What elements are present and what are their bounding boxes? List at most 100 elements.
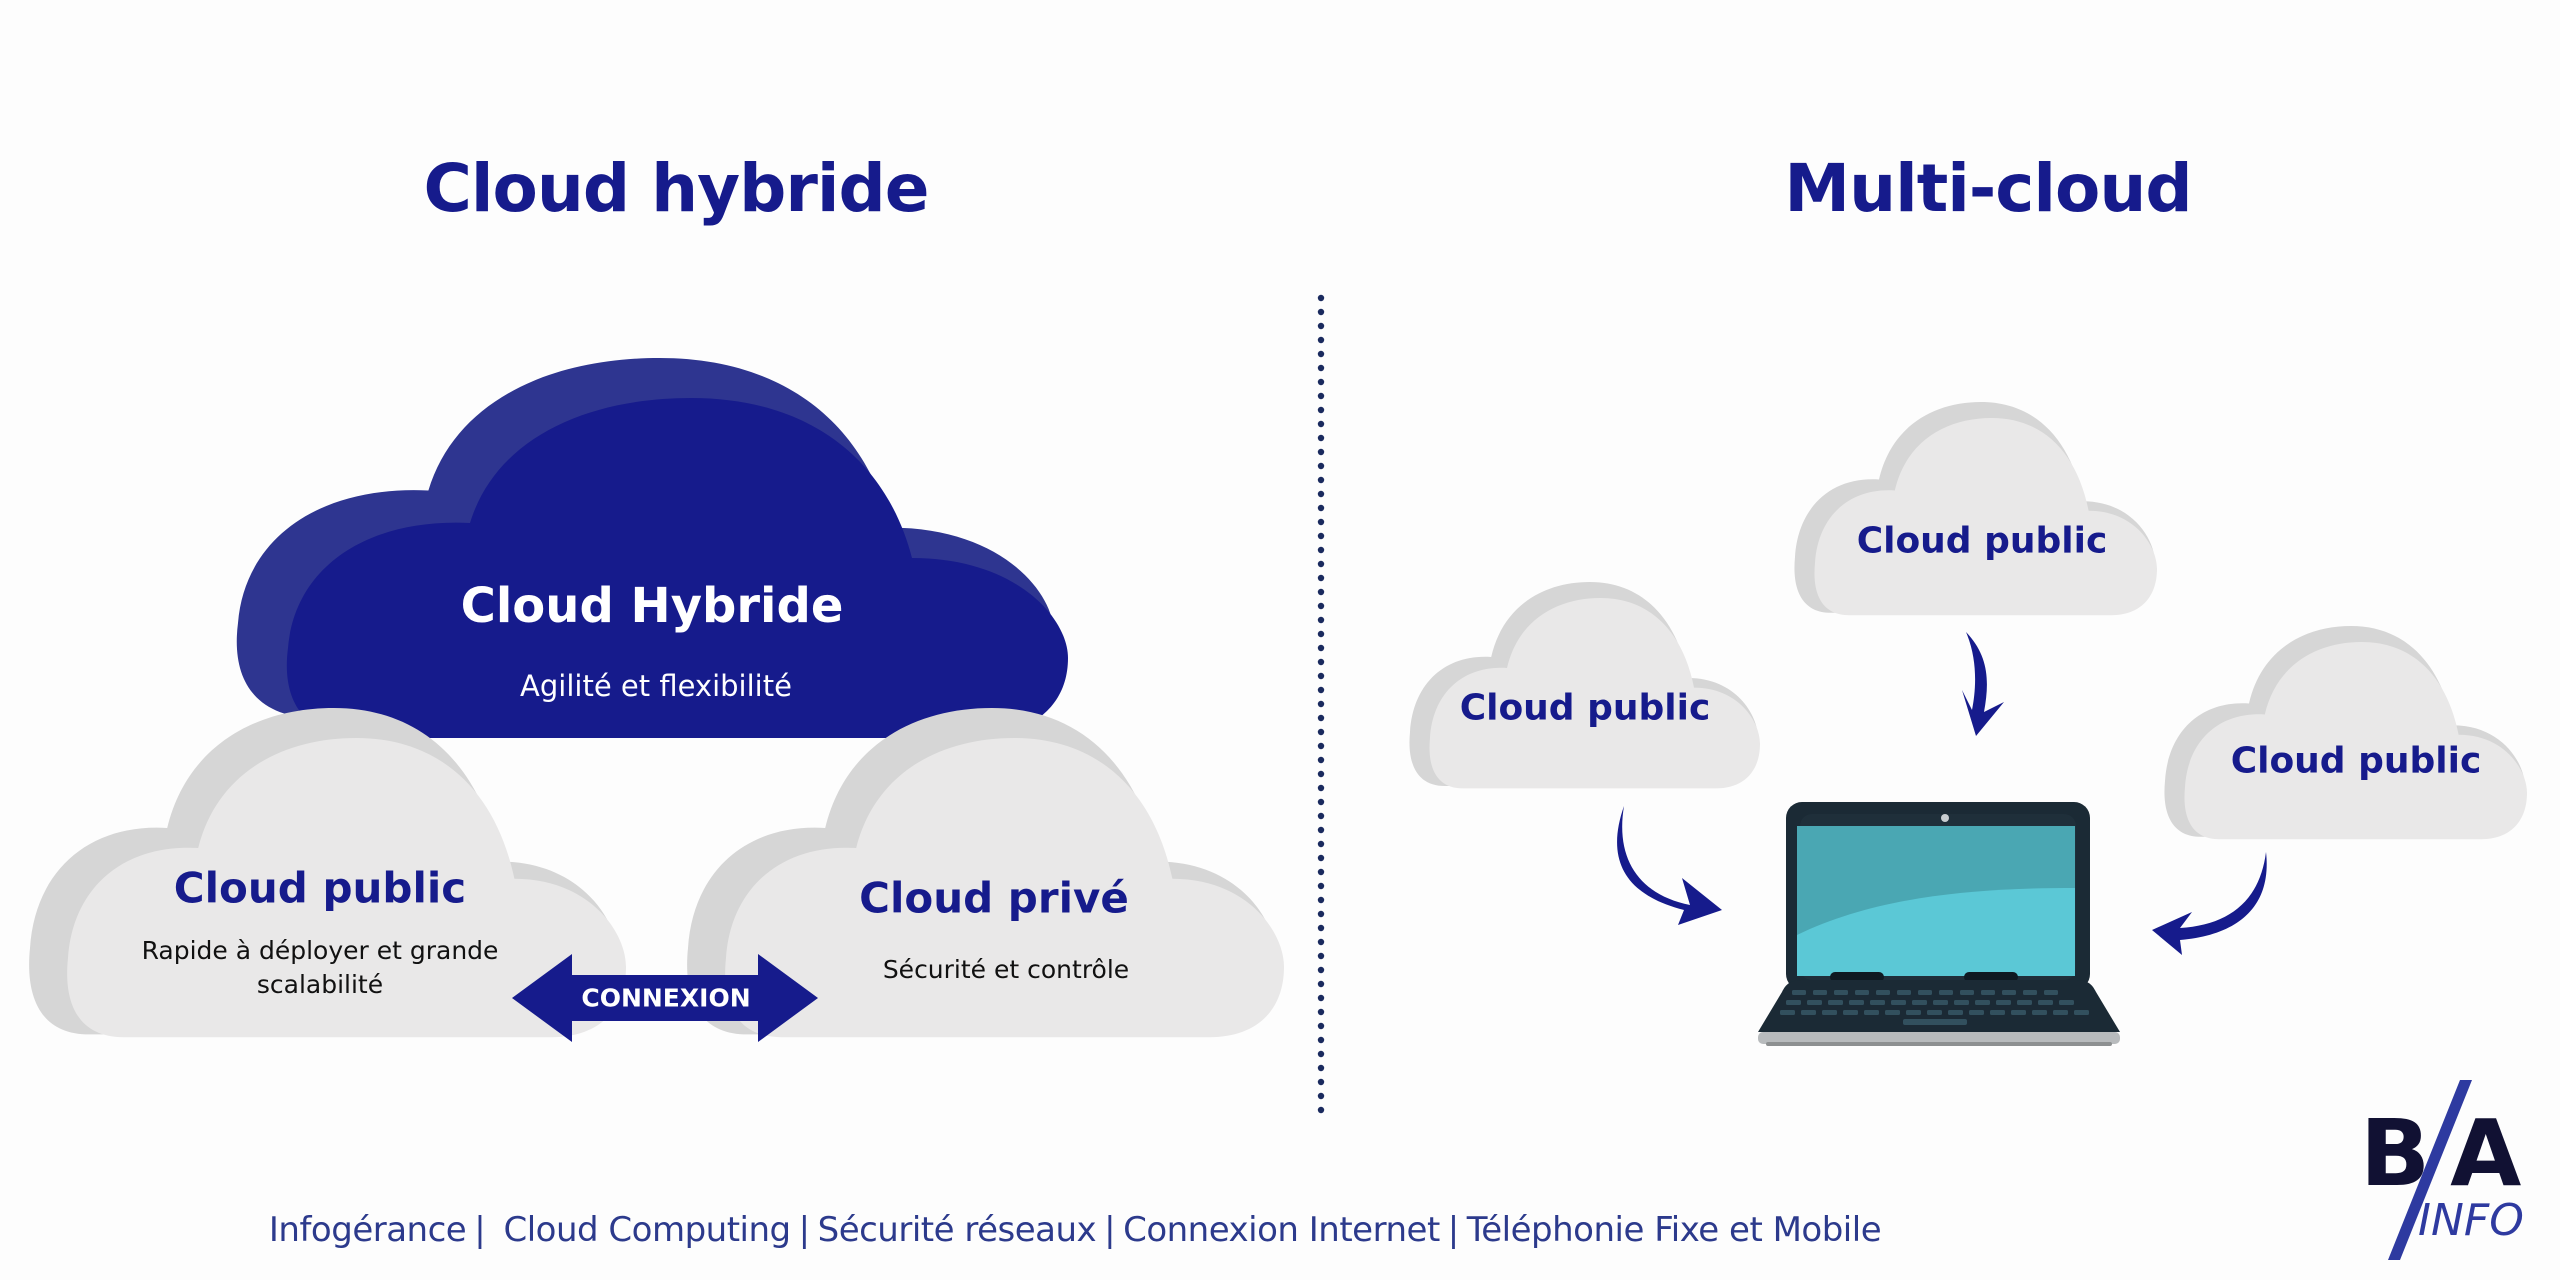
footer-services: Infogérance | Cloud Computing | Sécurité ré… <box>0 1210 2150 1250</box>
divider-dot <box>1317 700 1325 708</box>
divider-dot <box>1317 1022 1325 1030</box>
laptop-key <box>1912 1000 1927 1005</box>
divider-dot <box>1317 462 1325 470</box>
divider-dot <box>1317 1036 1325 1044</box>
section-divider <box>1317 294 1325 1114</box>
hybrid-cloud-description: Agilité et flexibilité <box>520 669 792 703</box>
laptop-key <box>2044 990 2058 995</box>
laptop-key <box>1933 1000 1948 1005</box>
divider-dot <box>1317 658 1325 666</box>
laptop-key <box>1780 1010 1795 1015</box>
divider-dot <box>1317 448 1325 456</box>
divider-dot <box>1317 686 1325 694</box>
laptop-key <box>1792 990 1806 995</box>
multicloud-top-cloud-shape <box>1794 402 2157 616</box>
divider-dot <box>1317 518 1325 526</box>
divider-dot <box>1317 336 1325 344</box>
laptop-key <box>2032 1010 2047 1015</box>
footer-item: Sécurité réseaux <box>817 1210 1097 1250</box>
diagram-canvas <box>29 294 2527 1114</box>
curved-arrow-icon <box>2152 852 2267 955</box>
divider-dot <box>1317 378 1325 386</box>
divider-dot <box>1317 728 1325 736</box>
divider-dot <box>1317 630 1325 638</box>
laptop-key <box>1948 1010 1963 1015</box>
divider-dot <box>1317 294 1325 302</box>
laptop-key <box>1801 1010 1816 1015</box>
divider-dot <box>1317 602 1325 610</box>
divider-dot <box>1317 966 1325 974</box>
laptop-key <box>1891 1000 1906 1005</box>
multicloud-top-cloud-label: Cloud public <box>1856 520 2108 562</box>
laptop-key <box>2053 1010 2068 1015</box>
divider-dot <box>1317 882 1325 890</box>
divider-dot <box>1317 672 1325 680</box>
logo-sub-text: INFO <box>2418 1195 2524 1246</box>
divider-dot <box>1317 910 1325 918</box>
laptop-key <box>2011 1010 2026 1015</box>
footer-item: Cloud Computing <box>503 1210 792 1250</box>
divider-dot <box>1317 1106 1325 1114</box>
laptop-key <box>2059 1000 2074 1005</box>
footer-item: Infogérance <box>268 1210 467 1250</box>
public-cloud-label: Cloud public <box>173 863 467 913</box>
public-cloud-description-line2: scalabilité <box>256 970 384 999</box>
divider-dot <box>1317 952 1325 960</box>
divider-dot <box>1317 644 1325 652</box>
divider-dot <box>1317 616 1325 624</box>
divider-dot <box>1317 770 1325 778</box>
laptop-spacebar <box>1903 1019 1967 1025</box>
laptop-key <box>1813 990 1827 995</box>
divider-dot <box>1317 392 1325 400</box>
divider-dot <box>1317 896 1325 904</box>
laptop-key <box>1897 990 1911 995</box>
laptop-key <box>1927 1010 1942 1015</box>
divider-dot <box>1317 798 1325 806</box>
divider-dot <box>1317 504 1325 512</box>
laptop-key <box>1870 1000 1885 1005</box>
footer-item: Connexion Internet <box>1123 1210 1440 1250</box>
multicloud-right-cloud-label: Cloud public <box>2230 740 2482 782</box>
divider-dot <box>1317 756 1325 764</box>
divider-dot <box>1317 1064 1325 1072</box>
divider-dot <box>1317 784 1325 792</box>
laptop-key <box>2023 990 2037 995</box>
public-cloud-description: Rapide à déployer et grande scalabilité <box>142 934 499 1002</box>
divider-dot <box>1317 1092 1325 1100</box>
divider-dot <box>1317 532 1325 540</box>
divider-dot <box>1317 420 1325 428</box>
divider-dot <box>1317 1050 1325 1058</box>
divider-dot <box>1317 994 1325 1002</box>
multicloud-left-cloud-label: Cloud public <box>1459 687 1711 729</box>
laptop-key <box>2017 1000 2032 1005</box>
laptop-key <box>1855 990 1869 995</box>
divider-dot <box>1317 924 1325 932</box>
laptop-key <box>1822 1010 1837 1015</box>
footer-separator: | <box>1447 1210 1459 1250</box>
laptop-key <box>1981 990 1995 995</box>
ba-info-logo[interactable]: B A INFO <box>2360 1075 2540 1275</box>
footer-item: Téléphonie Fixe et Mobile <box>1466 1210 1882 1250</box>
divider-dot <box>1317 434 1325 442</box>
curved-arrow-icon <box>1617 806 1722 925</box>
divider-dot <box>1317 322 1325 330</box>
divider-dot <box>1317 1008 1325 1016</box>
divider-dot <box>1317 350 1325 358</box>
laptop-key <box>2002 990 2016 995</box>
divider-dot <box>1317 854 1325 862</box>
divider-dot <box>1317 406 1325 414</box>
laptop-key <box>1864 1010 1879 1015</box>
divider-dot <box>1317 840 1325 848</box>
divider-dot <box>1317 308 1325 316</box>
laptop-key <box>1786 1000 1801 1005</box>
laptop-key <box>1954 1000 1969 1005</box>
footer-separator: | <box>798 1210 810 1250</box>
divider-dot <box>1317 490 1325 498</box>
divider-dot <box>1317 574 1325 582</box>
laptop-key <box>1975 1000 1990 1005</box>
divider-dot <box>1317 812 1325 820</box>
laptop-key <box>1828 1000 1843 1005</box>
multicloud-right-cloud-shape <box>2164 626 2527 840</box>
laptop-key <box>1843 1010 1858 1015</box>
laptop-key <box>1939 990 1953 995</box>
